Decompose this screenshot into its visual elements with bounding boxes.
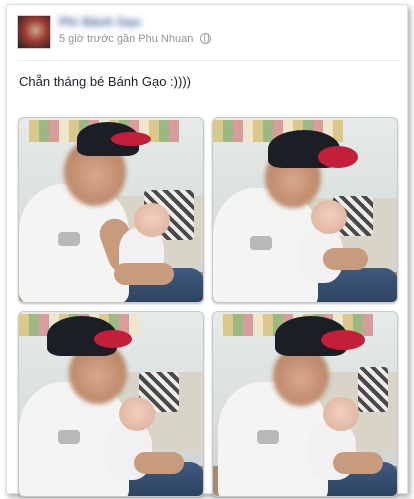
photo-content [323, 248, 368, 270]
photo-content [111, 132, 151, 146]
photo-content [323, 397, 359, 431]
photo-content [321, 330, 365, 350]
post-card: Phi Bánh Gạo 5 giờ trước gần Phu Nhuan C… [6, 4, 408, 497]
photo-content [333, 452, 383, 474]
author-avatar[interactable] [17, 15, 51, 49]
photo-content [134, 452, 184, 474]
photo-3[interactable] [18, 311, 204, 497]
post-caption: Chẵn tháng bé Bánh Gạo :)))) [19, 74, 191, 89]
photo-content [311, 200, 347, 234]
photo-1[interactable] [18, 117, 204, 303]
photo-content [134, 203, 170, 237]
author-name[interactable]: Phi Bánh Gạo [59, 15, 141, 29]
globe-icon[interactable] [200, 33, 212, 44]
photo-content [94, 330, 132, 348]
photo-content [114, 263, 174, 285]
photo-content [318, 146, 358, 168]
post-meta: 5 giờ trước gần Phu Nhuan [59, 33, 212, 45]
photo-grid [17, 116, 401, 499]
photo-content [119, 397, 155, 431]
photo-4[interactable] [212, 311, 398, 497]
photo-2[interactable] [212, 117, 398, 303]
post-timestamp-location[interactable]: 5 giờ trước gần Phu Nhuan [59, 33, 193, 45]
header-divider [17, 60, 401, 61]
post-header: Phi Bánh Gạo 5 giờ trước gần Phu Nhuan [17, 15, 401, 61]
photo-content [358, 367, 388, 412]
